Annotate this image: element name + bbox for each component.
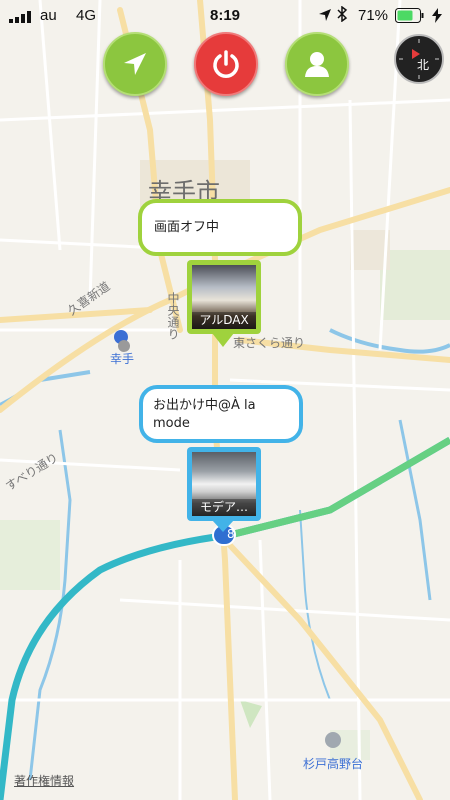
status-bubble: お出かけ中@À la mode	[139, 385, 303, 443]
battery-percent: 71%	[358, 7, 389, 24]
marker-pointer	[212, 520, 234, 532]
profile-button[interactable]	[285, 32, 349, 96]
user-name: アルDAX	[192, 312, 256, 329]
clock: 8:19	[210, 7, 241, 24]
status-bar: au 4G 8:19 71%	[0, 0, 450, 32]
status-text: お出かけ中@À la mode	[153, 398, 256, 431]
signal-bars-icon	[9, 10, 33, 27]
navigate-arrow-icon	[124, 53, 146, 75]
power-icon	[213, 50, 239, 78]
copyright-link[interactable]: 著作権情報	[14, 772, 74, 789]
network-label: 4G	[76, 7, 97, 24]
user-marker[interactable]: アルDAX	[187, 260, 261, 334]
status-text: 画面オフ中	[154, 220, 220, 235]
power-button[interactable]	[194, 32, 258, 96]
marker-pointer	[212, 333, 234, 347]
location-arrow-icon	[318, 8, 332, 26]
station-label-sugito: 杉戸高野台	[303, 757, 364, 771]
bluetooth-icon	[336, 5, 348, 26]
navigate-button[interactable]	[103, 32, 167, 96]
compass[interactable]: 北	[394, 34, 444, 84]
user-marker[interactable]: モデア…	[187, 447, 261, 521]
road-label-chuo: 中央通り	[166, 292, 180, 340]
compass-north-label: 北	[417, 58, 430, 72]
person-icon	[305, 52, 329, 77]
road-label-higashi: 東さくら通り	[233, 336, 306, 350]
poi-icon	[118, 340, 130, 352]
battery-icon	[395, 8, 425, 27]
charging-bolt-icon	[432, 8, 442, 27]
station-label-satte: 幸手	[110, 352, 135, 366]
user-name: モデア…	[192, 499, 256, 516]
carrier-label: au	[40, 7, 57, 24]
status-bubble: 画面オフ中	[138, 199, 302, 256]
station-icon[interactable]	[325, 732, 341, 748]
